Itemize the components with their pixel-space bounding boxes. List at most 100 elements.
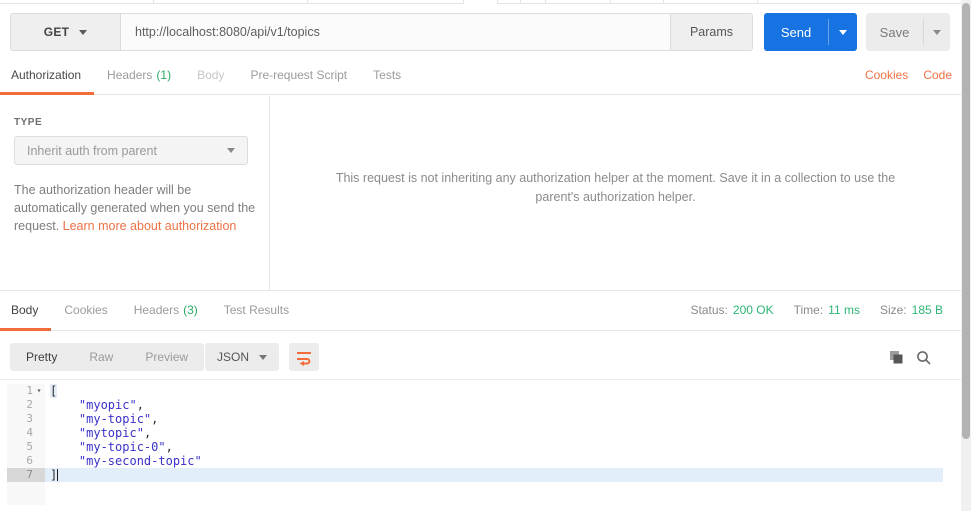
tab-authorization[interactable]: Authorization <box>0 58 95 95</box>
code-line-content: ] <box>45 468 943 482</box>
auth-helper-panel: This request is not inheriting any autho… <box>270 96 961 290</box>
json-punctuation: , <box>151 412 159 426</box>
chevron-down-icon <box>839 29 847 35</box>
request-links: Cookies Code <box>865 58 952 92</box>
method-label: GET <box>43 25 70 39</box>
format-value: JSON <box>217 350 250 364</box>
code-line-content: "myopic", <box>45 398 943 412</box>
method-dropdown[interactable]: GET <box>11 14 121 50</box>
authorization-panel: TYPE Inherit auth from parent The author… <box>0 96 961 290</box>
json-punctuation: [ <box>50 384 58 398</box>
line-number: 2 <box>26 398 33 411</box>
tab-headers[interactable]: Headers (3) <box>121 291 211 331</box>
json-string: "myopic" <box>78 398 137 412</box>
format-dropdown[interactable]: JSON <box>205 343 280 371</box>
tab-label: Body <box>11 302 39 317</box>
meta-value: 185 B <box>911 303 943 317</box>
copy-response-button[interactable] <box>887 349 905 367</box>
gutter-cell: 3 <box>7 412 45 426</box>
code-line-content: "my-second-topic" <box>45 454 943 468</box>
view-mode-preview[interactable]: Preview <box>129 343 204 371</box>
auth-type-dropdown[interactable]: Inherit auth from parent <box>14 136 248 165</box>
meta-value: 11 ms <box>828 303 860 317</box>
tab-label: Test Results <box>223 302 290 317</box>
send-options-dropdown[interactable] <box>829 13 857 51</box>
auth-notice-text: This request is not inheriting any autho… <box>335 171 896 204</box>
send-label: Send <box>780 24 812 40</box>
json-punctuation: ] <box>50 468 58 482</box>
json-punctuation: , <box>136 398 144 412</box>
code-line-content: [ <box>45 384 943 398</box>
gutter-cell: 6 <box>7 454 45 468</box>
view-mode-pretty[interactable]: Pretty <box>10 343 73 371</box>
meta-label: Time: <box>793 303 824 317</box>
gutter-cell: 7 <box>7 468 45 482</box>
send-button[interactable]: Send <box>764 13 857 51</box>
line-number: 3 <box>26 412 33 425</box>
auth-type-label: TYPE <box>14 117 43 128</box>
tab-count-badge: (1) <box>156 68 172 82</box>
code-line-content: "my-topic", <box>45 412 943 426</box>
url-input[interactable] <box>121 14 670 50</box>
fold-arrow-icon[interactable]: ▾ <box>33 384 45 398</box>
response-body-viewer[interactable]: 1 ▾[2 "myopic", 3 "my-topic", 4 "mytopic", 5… <box>0 380 961 511</box>
wrap-lines-button[interactable] <box>289 343 319 371</box>
code-line: 4 "mytopic", <box>0 426 961 440</box>
save-options-dropdown[interactable] <box>924 13 950 51</box>
request-url-bar: GET Params <box>10 13 753 51</box>
window-tab-strip <box>0 0 961 4</box>
view-mode-raw[interactable]: Raw <box>73 343 129 371</box>
code-link[interactable]: Code <box>923 68 952 82</box>
auth-type-value: Inherit auth from parent <box>27 143 157 158</box>
tab-label: Cookies <box>64 302 108 317</box>
line-number: 7 <box>26 468 33 481</box>
line-number: 4 <box>26 426 33 439</box>
code-line-content: "my-topic-0", <box>45 440 943 454</box>
meta-label: Status: <box>690 303 728 317</box>
wrap-lines-icon <box>297 352 311 366</box>
chevron-down-icon <box>79 29 88 35</box>
tab-label: Headers <box>107 68 153 82</box>
auth-type-panel: TYPE Inherit auth from parent The author… <box>0 96 270 290</box>
tab-label: Authorization <box>11 68 82 82</box>
meta-size: Size: 185 B <box>880 303 943 317</box>
meta-time: Time: 11 ms <box>794 303 860 317</box>
chevron-down-icon <box>259 354 268 360</box>
line-number: 5 <box>26 440 33 453</box>
code-line: 2 "myopic", <box>0 398 961 412</box>
gutter-cell: 2 <box>7 398 45 412</box>
json-string: "my-topic" <box>78 412 152 426</box>
code-line: 3 "my-topic", <box>0 412 961 426</box>
save-button[interactable]: Save <box>866 13 950 51</box>
search-response-button[interactable] <box>915 349 933 367</box>
learn-more-link[interactable]: Learn more about authorization <box>63 219 237 233</box>
response-meta: Status: 200 OK Time: 11 ms Size: 185 B <box>691 290 943 330</box>
params-button[interactable]: Params <box>670 14 752 50</box>
tab-body[interactable]: Body <box>0 291 52 331</box>
cookies-link[interactable]: Cookies <box>865 68 908 82</box>
json-string: "my-topic-0" <box>78 440 166 454</box>
json-punctuation: , <box>165 440 173 454</box>
tab-headers[interactable]: Headers (1) <box>94 58 184 95</box>
code-line: 5 "my-topic-0", <box>0 440 961 454</box>
meta-value: 200 OK <box>732 303 774 317</box>
tab-label: Headers <box>133 302 180 317</box>
tab-label: Pre-request Script <box>250 68 348 82</box>
tab-cookies[interactable]: Cookies <box>51 291 120 331</box>
tab-body[interactable]: Body <box>184 58 237 95</box>
tab-tests[interactable]: Tests <box>360 58 414 95</box>
line-number: 6 <box>26 454 33 467</box>
scrollbar-thumb[interactable] <box>962 3 970 439</box>
tab-test-results[interactable]: Test Results <box>211 291 302 331</box>
scrollbar-track[interactable] <box>961 0 971 511</box>
meta-label: Size: <box>879 303 907 317</box>
tab-pre-request-script[interactable]: Pre-request Script <box>237 58 360 95</box>
text-cursor <box>57 469 59 481</box>
gutter-cell: 1 ▾ <box>7 384 45 398</box>
code-line: 1 ▾ [ <box>0 384 961 398</box>
response-toolbar: Pretty Raw Preview JSON <box>0 331 961 380</box>
tab-label: Body <box>197 68 225 82</box>
gutter-filler <box>7 482 45 505</box>
meta-status: Status: 200 OK <box>691 303 774 317</box>
save-label: Save <box>879 24 910 40</box>
